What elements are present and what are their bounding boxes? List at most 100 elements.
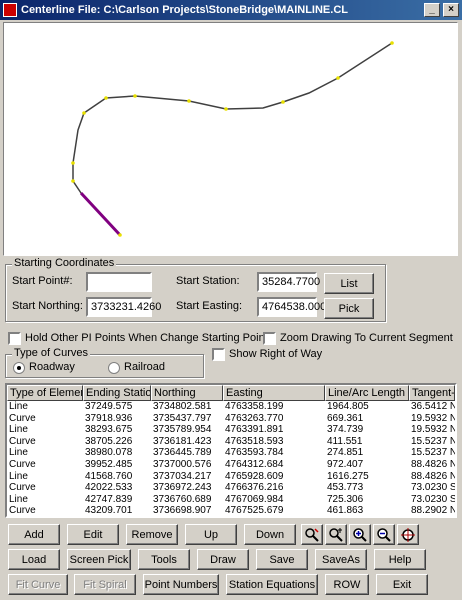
pi-point — [118, 233, 122, 237]
zoom-segment-checkbox[interactable] — [263, 332, 276, 345]
row-button[interactable]: ROW — [325, 574, 369, 595]
hold-pi-checkbox[interactable] — [8, 332, 21, 345]
tools-button[interactable]: Tools — [138, 549, 190, 570]
table-cell: 37918.936 — [85, 412, 133, 424]
table-cell: 4764312.684 — [225, 458, 284, 470]
table-cell: 374.739 — [327, 424, 364, 436]
table-cell: 461.863 — [327, 505, 364, 517]
table-body[interactable]: Line 37249.575 3734802.581 4763358.199 1964.… — [7, 401, 455, 517]
start-easting-input[interactable]: 4764538.0000 — [257, 297, 332, 317]
edit-button[interactable]: Edit — [67, 524, 119, 545]
selected-segment — [79, 191, 122, 237]
table-cell: 3737034.217 — [153, 470, 212, 482]
start-northing-input[interactable]: 3733231.4260 — [86, 297, 161, 317]
table-row[interactable]: Line 38980.078 3736445.789 4763593.784 274.8… — [7, 447, 455, 459]
zoom-realtime-button[interactable] — [325, 524, 347, 545]
table-row[interactable]: Curve 37918.936 3735437.797 4763263.770 669.… — [7, 413, 455, 425]
zoom-in-button[interactable] — [349, 524, 371, 545]
zoom-segment-label: Zoom Drawing To Current Segment — [280, 332, 453, 344]
zoom-in-icon — [353, 527, 367, 542]
table-cell: 972.407 — [327, 458, 364, 470]
table-cell: 38293.675 — [85, 424, 133, 436]
column-header[interactable]: Type of Element — [7, 385, 83, 401]
drawing-canvas[interactable] — [3, 22, 458, 256]
column-header[interactable]: Easting — [223, 385, 325, 401]
pick-zoom-button[interactable] — [301, 524, 323, 545]
fit-spiral-button[interactable]: Fit Spiral — [74, 574, 136, 595]
railroad-radio[interactable] — [108, 362, 120, 374]
screen-pick-button[interactable]: Screen Pick — [67, 549, 131, 570]
table-cell: 453.773 — [327, 482, 364, 494]
list-button[interactable]: List — [324, 273, 374, 294]
exit-button[interactable]: Exit — [376, 574, 428, 595]
pick-button[interactable]: Pick — [324, 298, 374, 319]
minimize-button[interactable]: _ — [424, 3, 440, 17]
column-header[interactable]: Line/Arc Length — [325, 385, 409, 401]
column-header[interactable]: Northing — [151, 385, 223, 401]
table-row[interactable]: Curve 42022.533 3736972.243 4766376.216 453.… — [7, 482, 455, 494]
table-cell: 19.5932 NE — [411, 424, 455, 436]
table-cell: 42022.533 — [85, 482, 133, 494]
table-cell: 4763518.593 — [225, 435, 284, 447]
down-button[interactable]: Down — [244, 524, 296, 545]
help-button[interactable]: Help — [374, 549, 426, 570]
save-button[interactable]: Save — [256, 549, 308, 570]
station-equations-button[interactable]: Station Equations — [226, 574, 318, 595]
fit-curve-button[interactable]: Fit Curve — [8, 574, 68, 595]
table-cell: 19.5932 NE — [411, 412, 455, 424]
table-row[interactable]: Curve 43209.701 3736698.907 4767525.679 461.… — [7, 505, 455, 517]
table-row[interactable]: Line 37249.575 3734802.581 4763358.199 1964.… — [7, 401, 455, 413]
table-cell: 1616.275 — [327, 470, 369, 482]
draw-button[interactable]: Draw — [197, 549, 249, 570]
table-cell: 88.4826 NE — [411, 470, 455, 482]
table-cell: 4767525.679 — [225, 505, 284, 517]
table-cell: 3735789.954 — [153, 424, 212, 436]
table-row[interactable]: Line 41568.760 3737034.217 4765928.609 1616.… — [7, 471, 455, 483]
table-cell: 3736445.789 — [153, 447, 212, 459]
zoom-extents-icon — [401, 527, 415, 542]
table-row[interactable]: Line 38293.675 3735789.954 4763391.891 374.7… — [7, 424, 455, 436]
table-cell: 41568.760 — [85, 470, 133, 482]
table-row[interactable]: Curve 39952.485 3737000.576 4764312.684 972.… — [7, 459, 455, 471]
table-cell: 274.851 — [327, 447, 364, 459]
remove-button[interactable]: Remove — [126, 524, 178, 545]
saveas-button[interactable]: SaveAs — [315, 549, 367, 570]
up-button[interactable]: Up — [185, 524, 237, 545]
element-table[interactable]: Type of Element Ending Station Northing Eas… — [5, 383, 457, 518]
pi-point — [133, 94, 137, 98]
roadway-radio[interactable] — [13, 362, 25, 374]
table-row[interactable]: Curve 38705.226 3736181.423 4763518.593 411.… — [7, 436, 455, 448]
zoom-out-button[interactable] — [373, 524, 395, 545]
table-cell: Curve — [9, 505, 36, 517]
load-button[interactable]: Load — [8, 549, 60, 570]
table-cell: 669.361 — [327, 412, 364, 424]
close-button[interactable]: × — [443, 3, 459, 17]
start-station-label: Start Station: — [176, 275, 240, 287]
show-row-checkbox[interactable] — [212, 348, 225, 361]
table-cell: Curve — [9, 482, 36, 494]
hold-pi-label: Hold Other PI Points When Change Startin… — [25, 332, 268, 344]
table-cell: 725.306 — [327, 493, 364, 505]
table-cell: Line — [9, 424, 28, 436]
table-cell: 4766376.216 — [225, 482, 284, 494]
start-station-input[interactable]: 35284.7700 — [257, 272, 320, 292]
table-cell: 4763593.784 — [225, 447, 284, 459]
column-header[interactable]: Ending Station — [83, 385, 151, 401]
table-cell: 37249.575 — [85, 401, 133, 412]
table-header: Type of Element Ending Station Northing Eas… — [7, 385, 455, 401]
table-row[interactable]: Line 42747.839 3736760.689 4767069.984 725.3… — [7, 494, 455, 506]
start-northing-label: Start Northing: — [12, 300, 83, 312]
zoom-out-icon — [377, 527, 391, 542]
title-bar: Centerline File: C:\Carlson Projects\Sto… — [0, 0, 462, 20]
table-cell: 73.0230 SE — [411, 482, 455, 494]
table-cell: 88.4826 NE — [411, 458, 455, 470]
railroad-label: Railroad — [124, 361, 165, 373]
start-point-input[interactable] — [86, 272, 152, 292]
table-cell: Line — [9, 401, 28, 412]
column-header[interactable]: Tangent-Out — [409, 385, 455, 401]
table-cell: 38705.226 — [85, 435, 133, 447]
zoom-extents-button[interactable] — [397, 524, 419, 545]
add-button[interactable]: Add — [8, 524, 60, 545]
point-numbers-button[interactable]: Point Numbers — [143, 574, 219, 595]
centerline-drawing — [71, 41, 394, 237]
